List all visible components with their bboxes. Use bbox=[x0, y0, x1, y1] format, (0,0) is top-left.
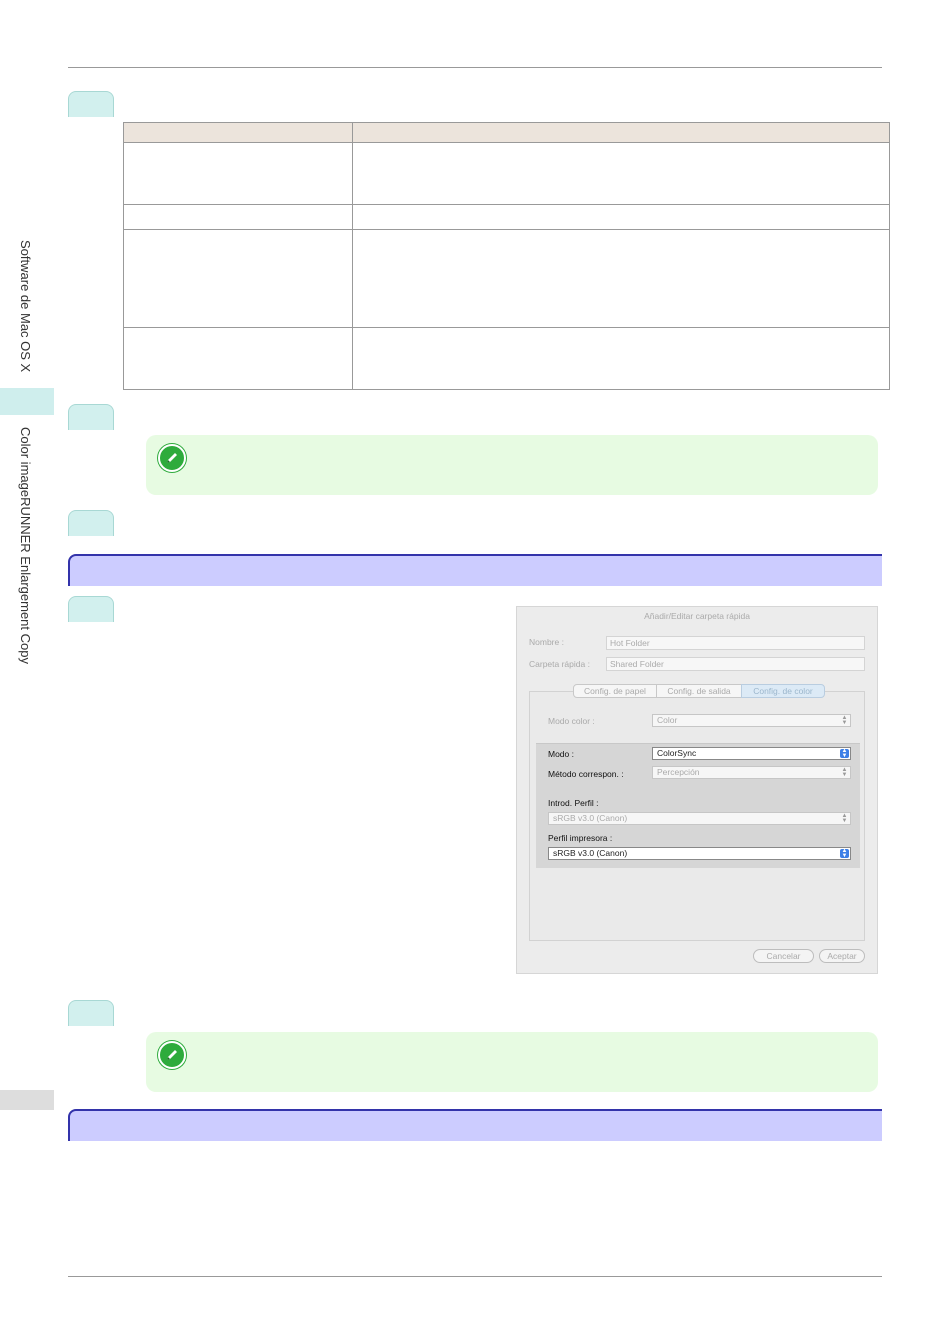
step-tab-1 bbox=[68, 91, 114, 117]
table-row bbox=[123, 327, 890, 390]
cancel-button[interactable]: Cancelar bbox=[753, 949, 814, 963]
step-tab-4 bbox=[68, 596, 114, 622]
updown-arrows-icon: ▲ ▼ bbox=[841, 767, 848, 778]
folder-field[interactable]: Shared Folder bbox=[606, 657, 865, 671]
section-heading-bar bbox=[68, 1109, 882, 1141]
color-mode-label: Modo color : bbox=[548, 716, 595, 726]
tab-color-settings[interactable]: Config. de color bbox=[741, 684, 825, 698]
footer-rule bbox=[68, 1276, 882, 1277]
matching-method-value: Percepción bbox=[657, 767, 700, 777]
step-tab-2 bbox=[68, 404, 114, 430]
sidebar-page-tab bbox=[0, 1090, 54, 1110]
matching-method-label: Método correspon. : bbox=[548, 769, 624, 779]
input-profile-select[interactable]: sRGB v3.0 (Canon) ▲ ▼ bbox=[548, 812, 851, 825]
table-row bbox=[123, 204, 890, 230]
printer-profile-value: sRGB v3.0 (Canon) bbox=[553, 848, 628, 858]
section-heading-bar bbox=[68, 554, 882, 586]
note-box bbox=[146, 1032, 878, 1092]
color-mode-select[interactable]: Color ▲ ▼ bbox=[652, 714, 851, 727]
table-row bbox=[123, 142, 890, 205]
settings-table bbox=[123, 122, 890, 390]
color-mode-value: Color bbox=[657, 715, 678, 725]
mode-label: Modo : bbox=[548, 749, 574, 759]
mode-value: ColorSync bbox=[657, 748, 697, 758]
step-tab-3 bbox=[68, 510, 114, 536]
header-rule bbox=[68, 67, 882, 68]
note-box bbox=[146, 435, 878, 495]
tab-output-settings[interactable]: Config. de salida bbox=[656, 684, 742, 698]
updown-arrows-icon: ▲ ▼ bbox=[840, 848, 849, 859]
pencil-note-icon bbox=[158, 444, 186, 472]
input-profile-value: sRGB v3.0 (Canon) bbox=[553, 813, 628, 823]
input-profile-label: Introd. Perfil : bbox=[548, 798, 599, 808]
printer-profile-select[interactable]: sRGB v3.0 (Canon) ▲ ▼ bbox=[548, 847, 851, 860]
accept-button[interactable]: Aceptar bbox=[819, 949, 865, 963]
hot-folder-dialog: Añadir/Editar carpeta rápida Nombre : Ho… bbox=[516, 606, 878, 974]
folder-label: Carpeta rápida : bbox=[529, 659, 590, 669]
sidebar-section-tab bbox=[0, 388, 54, 415]
mode-select[interactable]: ColorSync ▲ ▼ bbox=[652, 747, 851, 760]
name-label: Nombre : bbox=[529, 637, 564, 647]
table-row bbox=[123, 229, 890, 328]
matching-method-select[interactable]: Percepción ▲ ▼ bbox=[652, 766, 851, 779]
sidebar-section-label: Software de Mac OS X bbox=[18, 240, 33, 373]
name-field[interactable]: Hot Folder bbox=[606, 636, 865, 650]
tab-paper-settings[interactable]: Config. de papel bbox=[573, 684, 657, 698]
table-header-row bbox=[123, 122, 890, 143]
updown-arrows-icon: ▲ ▼ bbox=[841, 715, 848, 726]
updown-arrows-icon: ▲ ▼ bbox=[840, 748, 849, 759]
dialog-title: Añadir/Editar carpeta rápida bbox=[644, 611, 750, 621]
sidebar-chapter-label: Color imageRUNNER Enlargement Copy bbox=[18, 427, 33, 664]
printer-profile-label: Perfil impresora : bbox=[548, 833, 613, 843]
updown-arrows-icon: ▲ ▼ bbox=[841, 813, 848, 824]
step-tab-5 bbox=[68, 1000, 114, 1026]
pencil-note-icon bbox=[158, 1041, 186, 1069]
